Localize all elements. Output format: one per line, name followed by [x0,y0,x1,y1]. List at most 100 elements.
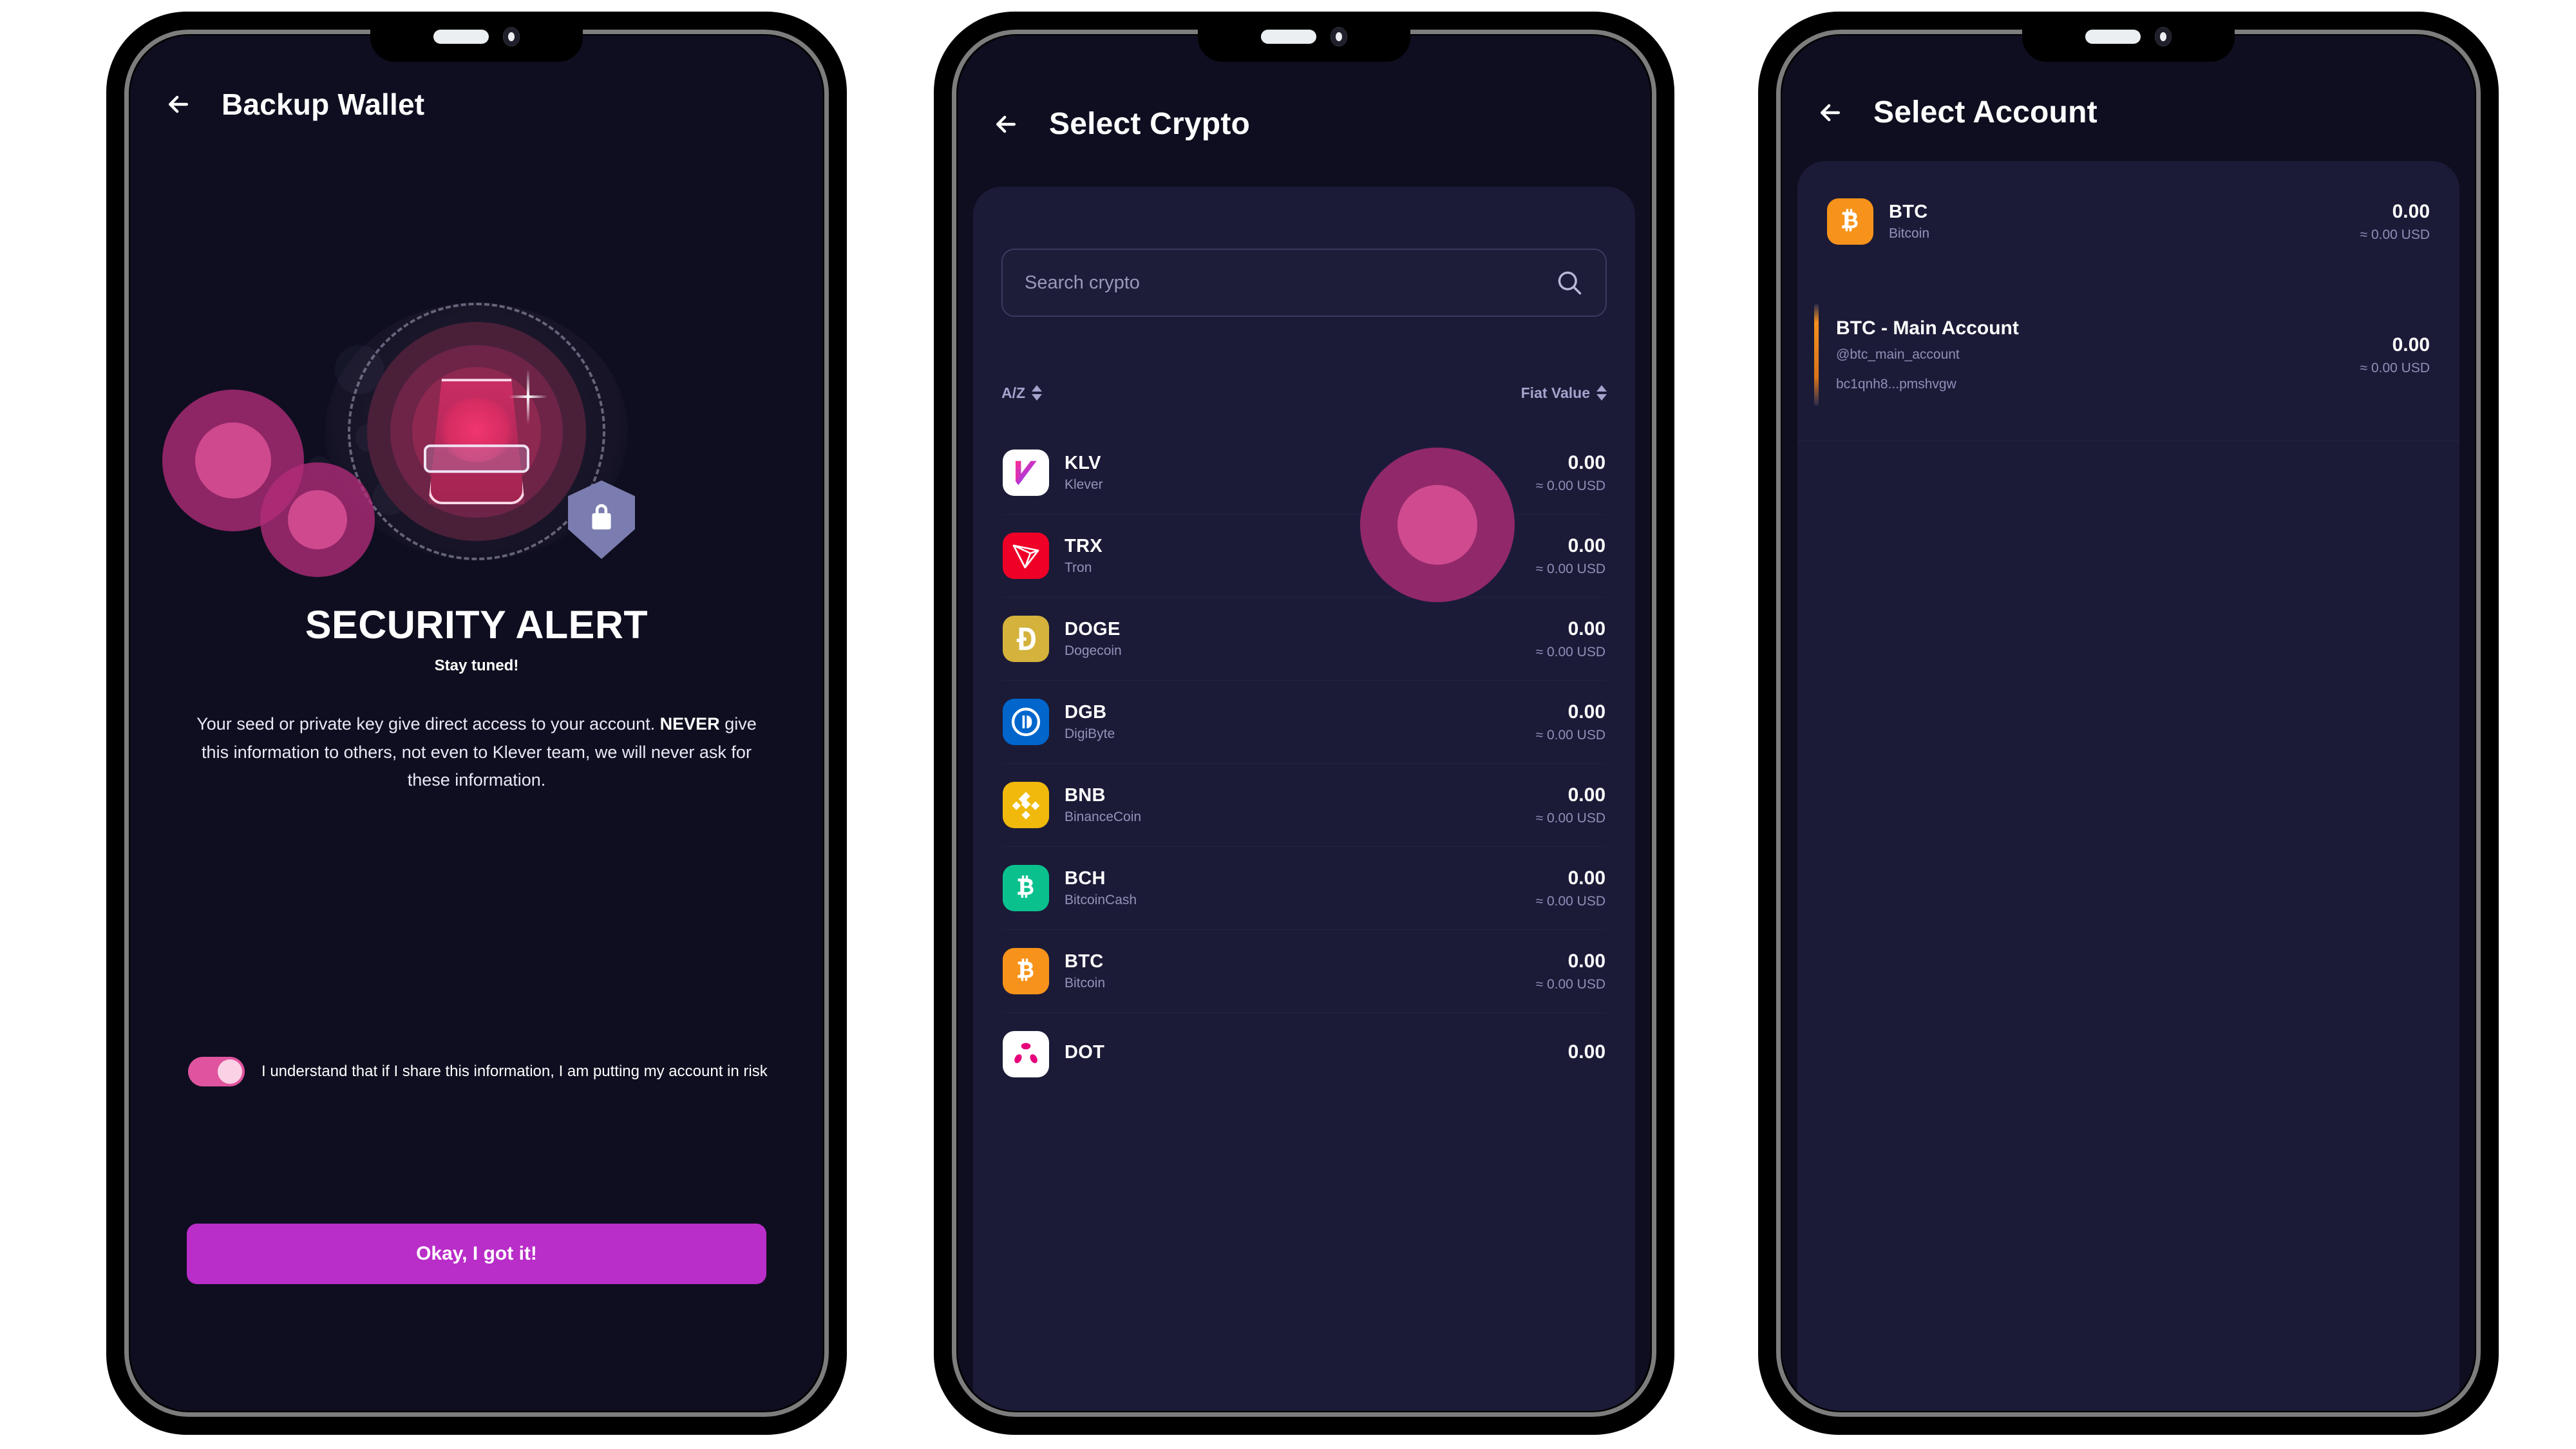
coin-names: DOT [1065,1042,1104,1066]
okay-i-got-it-button[interactable]: Okay, I got it! [187,1224,766,1284]
speaker-grille [1261,30,1316,44]
coin-fiat-value: ≈ 0.00 USD [1535,810,1605,826]
coin-amount: 0.00 [1567,1041,1605,1063]
coin-names: BTC Bitcoin [1889,202,1929,242]
coin-fiat-value: ≈ 0.00 USD [1535,561,1605,576]
phone-screen: Backup Wallet SECURITY ALERT Stay tuned!… [130,35,823,1411]
crypto-list-item[interactable]: BCH BitcoinCash 0.00 ≈ 0.00 USD [1003,847,1605,929]
cta-label: Okay, I got it! [416,1243,537,1264]
phone-notch [2022,12,2235,62]
toggle-knob [218,1059,242,1084]
coin-values: 0.00 ≈ 0.00 USD [1536,867,1605,909]
dgb-icon [1003,699,1049,745]
search-icon[interactable] [1555,269,1584,297]
crypto-list-item[interactable]: DOGE Dogecoin 0.00 ≈ 0.00 USD [1003,598,1605,680]
coin-names: TRX Tron [1065,536,1103,576]
siren-base [424,444,529,473]
back-arrow-icon[interactable] [161,87,196,122]
coin-values: 0.00 ≈ 0.00 USD [1536,701,1605,743]
coin-symbol: DOGE [1065,619,1121,639]
back-arrow-icon[interactable] [1813,95,1848,130]
coin-symbol: DOT [1065,1042,1105,1063]
speaker-grille [433,30,489,44]
coin-name: Dogecoin [1065,643,1122,658]
coin-fiat-value: ≈ 0.00 USD [2360,227,2430,242]
coin-name: BinanceCoin [1065,810,1142,824]
crypto-list-item[interactable]: KLV Klever 0.00 ≈ 0.00 USD [1003,431,1605,514]
front-camera-icon [503,27,520,46]
coin-amount: 0.00 [1567,618,1605,639]
body-text-part-1: Your seed or private key give direct acc… [196,714,660,734]
app-header: Backup Wallet [161,87,792,122]
list-divider [1797,440,2459,441]
page-title: Select Crypto [1049,107,1251,141]
sort-alpha-button[interactable]: A/Z [1001,384,1043,402]
crypto-list-item[interactable]: DGB DigiByte 0.00 ≈ 0.00 USD [1003,681,1605,763]
coin-amount: 0.00 [1567,701,1605,723]
search-input[interactable]: Search crypto [1001,249,1607,317]
coin-amount: 0.00 [1567,451,1605,473]
coin-symbol: BCH [1065,868,1106,889]
coin-values: 0.00 ≈ 0.00 USD [1536,784,1605,826]
coin-symbol: BTC [1065,951,1104,972]
bch-icon [1003,865,1049,911]
screenshot-stage: Backup Wallet SECURITY ALERT Stay tuned!… [0,0,2576,1449]
coin-symbol: DGB [1065,702,1107,723]
sort-controls: A/Z Fiat Value [1001,380,1607,406]
consent-toggle[interactable] [188,1057,245,1086]
crypto-list-item[interactable]: TRX Tron 0.00 ≈ 0.00 USD [1003,515,1605,597]
account-selected-indicator [1814,304,1819,406]
coin-amount: 0.00 [2392,200,2430,222]
body-emphasis-never: NEVER [659,714,720,734]
coin-fiat-value: ≈ 0.00 USD [1535,644,1605,659]
phone-screen: Select Crypto Search crypto A/Z Fiat Val… [958,35,1651,1411]
trx-icon [1003,533,1049,579]
coin-amount: 0.00 [1567,950,1605,972]
sort-alpha-label: A/Z [1001,384,1026,401]
btc-icon [1827,198,1873,245]
coin-names: BNB BinanceCoin [1065,785,1141,825]
sort-caret-icon [1032,385,1043,401]
coin-symbol: BTC [1889,202,1928,222]
sort-fiat-button[interactable]: Fiat Value [1521,384,1607,402]
coin-fiat-value: ≈ 0.00 USD [1535,478,1605,493]
crypto-list-item[interactable]: DOT 0.00 [1003,1013,1605,1095]
crypto-list-item[interactable]: BTC Bitcoin 0.00 ≈ 0.00 USD [1003,930,1605,1012]
coin-name: DigiByte [1065,726,1115,741]
doge-icon [1003,616,1049,662]
coin-fiat-value: ≈ 0.00 USD [1535,976,1605,992]
account-row[interactable]: BTC - Main Account @btc_main_account bc1… [1814,300,2430,410]
coin-amount: 0.00 [1567,867,1605,889]
coin-header-row[interactable]: BTC Bitcoin 0.00 ≈ 0.00 USD [1827,198,2430,245]
crypto-list: KLV Klever 0.00 ≈ 0.00 USD TRX Tron 0.00 ≈ 0.00… [973,431,1635,1095]
sort-caret-icon [1596,385,1607,401]
phone-backup-wallet: Backup Wallet SECURITY ALERT Stay tuned!… [106,12,847,1435]
dot-icon [1003,1031,1049,1077]
coin-values: 0.00 ≈ 0.00 USD [1536,452,1605,494]
coin-names: DGB DigiByte [1065,702,1115,742]
security-alert-subheading: Stay tuned! [434,657,519,674]
coin-values: 0.00 ≈ 0.00 USD [2360,201,2430,243]
coin-symbol: KLV [1065,453,1101,473]
back-arrow-icon[interactable] [989,107,1023,142]
phone-select-crypto: Select Crypto Search crypto A/Z Fiat Val… [934,12,1674,1435]
coin-names: BCH BitcoinCash [1065,868,1137,908]
page-title: Select Account [1873,95,2098,129]
speaker-grille [2085,30,2141,44]
coin-name: Bitcoin [1889,226,1930,241]
front-camera-icon [2155,27,2172,46]
app-header: Select Account [1813,95,2444,130]
phone-screen: Select Account BTC Bitcoin 0.00 ≈ 0.00 U… [1782,35,2475,1411]
coin-amount: 0.00 [1567,535,1605,556]
klv-icon [1003,450,1049,496]
search-placeholder: Search crypto [1025,272,1140,293]
crypto-list-item[interactable]: BNB BinanceCoin 0.00 ≈ 0.00 USD [1003,764,1605,846]
sparkle-icon [509,369,548,425]
bnb-icon [1003,782,1049,828]
coin-names: BTC Bitcoin [1065,951,1105,991]
phone-notch [370,12,583,62]
account-address: bc1qnh8...pmshvgw [1836,377,1956,392]
coin-symbol: TRX [1065,536,1103,556]
consent-row[interactable]: I understand that if I share this inform… [188,1057,772,1086]
page-title: Backup Wallet [222,88,425,121]
